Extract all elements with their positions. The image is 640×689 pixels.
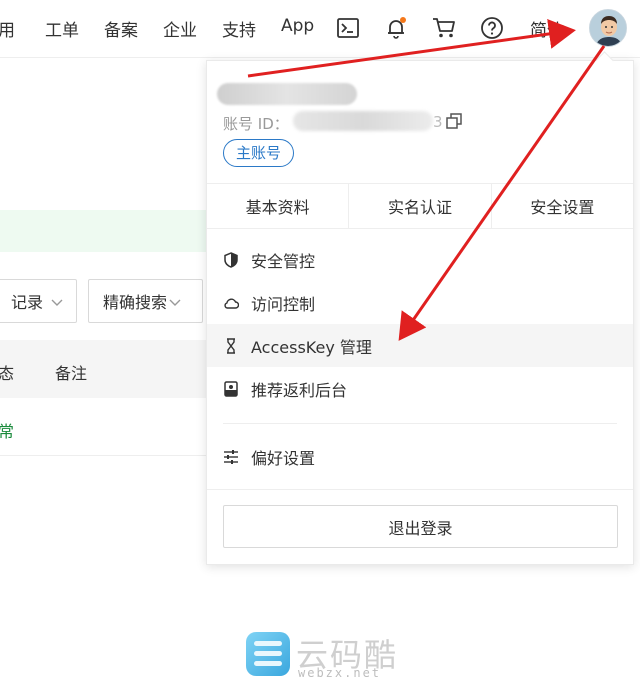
watermark-logo-icon: [246, 632, 290, 676]
menu-item-accesskey-management[interactable]: AccessKey 管理: [207, 324, 633, 367]
sliders-icon: [223, 449, 239, 465]
menu-item-access-control[interactable]: 访问控制: [207, 281, 633, 324]
record-filter-select[interactable]: 记录: [0, 279, 77, 323]
table-row: 常: [0, 398, 215, 456]
shield-icon: [223, 251, 239, 268]
menu-item-preferences[interactable]: 偏好设置: [207, 435, 633, 478]
terminal-icon[interactable]: [334, 14, 362, 42]
key-icon: [223, 337, 239, 354]
nav-item-enterprise[interactable]: 企业: [163, 16, 197, 41]
record-filter-label: 记录: [11, 293, 44, 312]
menu-item-label: 推荐返利后台: [251, 380, 348, 400]
copy-icon[interactable]: [446, 113, 462, 129]
menu-item-label: 访问控制: [251, 294, 316, 314]
top-navigation-bar: 用 工单 备案 企业 支持 App 简体: [0, 0, 640, 58]
nav-item-filing[interactable]: 备案: [104, 16, 138, 41]
search-mode-label: 精确搜索: [103, 293, 168, 312]
language-switch[interactable]: 简体: [530, 16, 564, 41]
account-tabs: 基本资料 实名认证 安全设置: [207, 183, 633, 229]
menu-item-label: AccessKey 管理: [251, 337, 372, 357]
chevron-down-icon: [51, 292, 63, 311]
account-id-redacted: [293, 111, 433, 131]
notice-banner: [0, 210, 215, 252]
cloud-icon: [223, 295, 239, 311]
site-watermark: 云码酷 webzx.net: [246, 630, 406, 682]
menu-divider: [223, 423, 617, 424]
search-mode-select[interactable]: 精确搜索: [88, 279, 203, 323]
menu-item-label: 安全管控: [251, 251, 316, 271]
notification-dot: [400, 17, 406, 23]
column-header-remark: 备注: [55, 364, 88, 383]
tab-real-name-verification[interactable]: 实名认证: [348, 184, 490, 228]
menu-item-label: 偏好设置: [251, 448, 316, 468]
nav-item-ticket[interactable]: 工单: [45, 16, 79, 41]
menu-divider: [207, 489, 633, 490]
account-dropdown-panel: 账号 ID： 3 主账号 基本资料 实名认证 安全设置 安全管控 访问控制 Ac…: [206, 60, 634, 565]
bell-icon[interactable]: [382, 14, 410, 42]
tab-basic-info[interactable]: 基本资料: [207, 184, 348, 228]
chevron-down-icon: [169, 292, 181, 311]
help-icon[interactable]: [478, 14, 506, 42]
menu-item-referral-rebate[interactable]: 推荐返利后台: [207, 367, 633, 410]
nav-item-app[interactable]: App: [281, 16, 314, 36]
account-id-label: 账号 ID：: [223, 115, 289, 133]
nav-item-support[interactable]: 支持: [222, 16, 256, 41]
main-account-badge: 主账号: [223, 139, 295, 167]
nav-item-partial[interactable]: 用: [0, 16, 15, 41]
logout-button[interactable]: 退出登录: [223, 505, 618, 548]
watermark-url: webzx.net: [298, 666, 382, 680]
menu-item-security-control[interactable]: 安全管控: [207, 238, 633, 281]
user-avatar[interactable]: [589, 9, 627, 47]
card-icon: [223, 380, 239, 397]
account-id-suffix: 3: [433, 113, 443, 131]
account-name-redacted: [217, 83, 357, 105]
table-header: 态 备注: [0, 340, 215, 398]
column-header-status: 态: [0, 364, 15, 383]
cart-icon[interactable]: [430, 14, 458, 42]
tab-security-settings[interactable]: 安全设置: [490, 184, 633, 228]
status-value: 常: [0, 422, 15, 441]
